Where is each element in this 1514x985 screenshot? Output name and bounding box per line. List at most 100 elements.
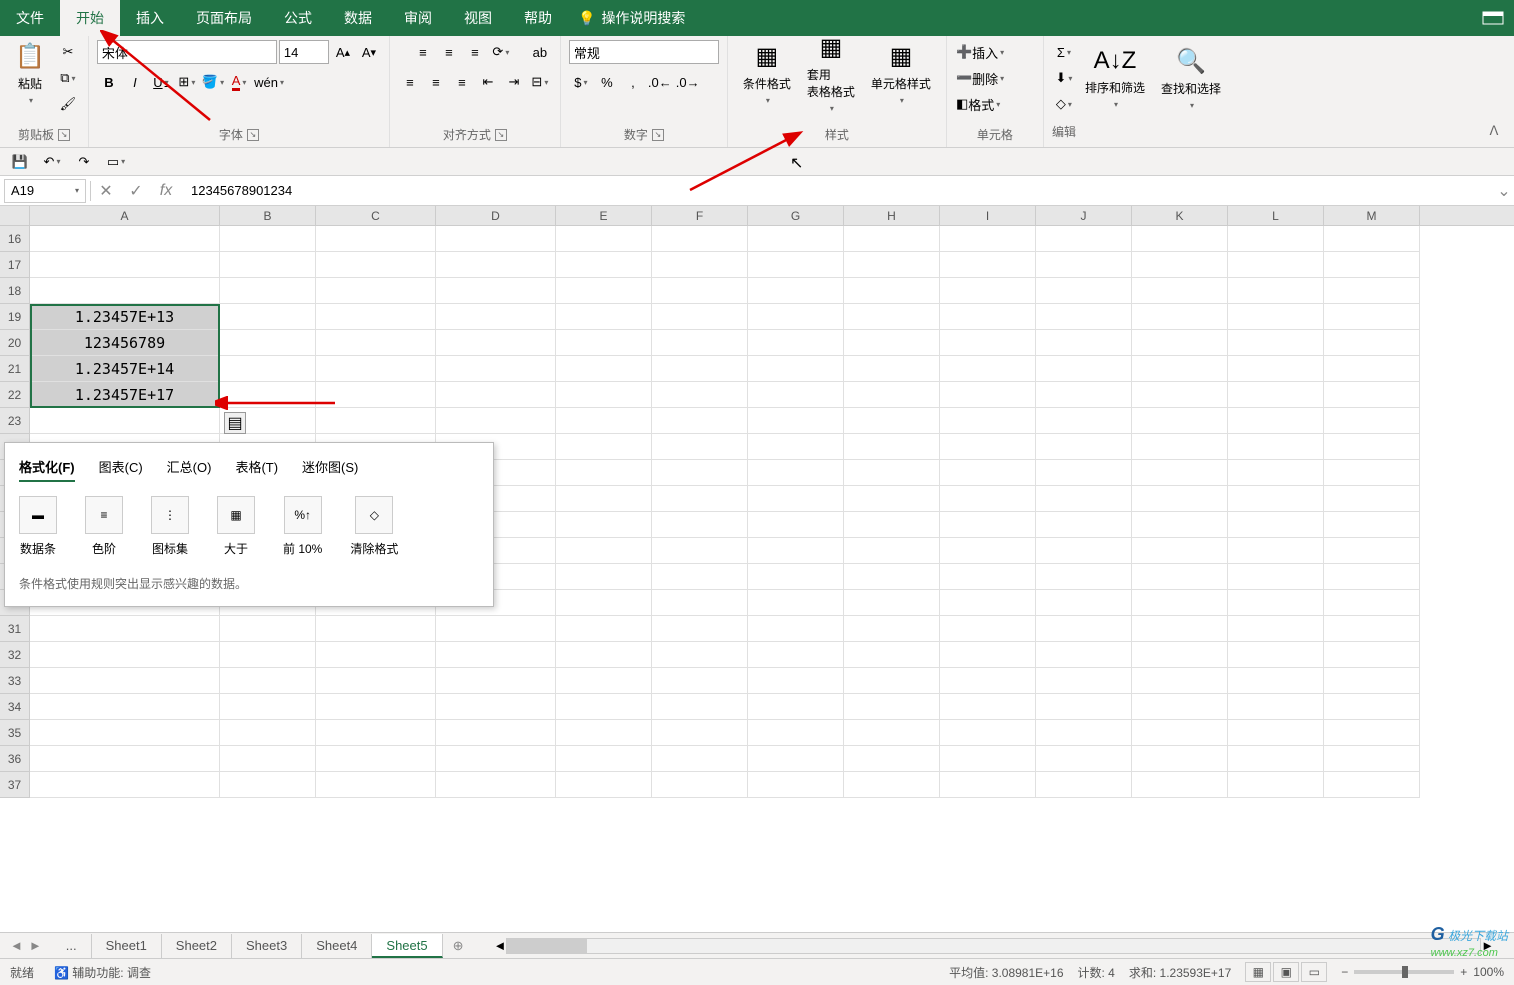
cell[interactable] <box>748 226 844 252</box>
accounting-button[interactable]: $▾ <box>569 70 593 94</box>
col-header[interactable]: E <box>556 206 652 225</box>
cell[interactable] <box>1228 330 1324 356</box>
cell[interactable] <box>316 226 436 252</box>
cell[interactable] <box>1036 746 1132 772</box>
cell[interactable] <box>652 564 748 590</box>
cell[interactable] <box>436 278 556 304</box>
cell[interactable] <box>1036 304 1132 330</box>
cell[interactable] <box>1228 720 1324 746</box>
cell[interactable] <box>652 720 748 746</box>
cell[interactable] <box>940 304 1036 330</box>
cell[interactable] <box>556 330 652 356</box>
cell[interactable] <box>556 668 652 694</box>
cell[interactable] <box>30 226 220 252</box>
cell[interactable] <box>1324 538 1420 564</box>
cell[interactable] <box>652 304 748 330</box>
autosum-button[interactable]: Σ▾ <box>1052 40 1076 64</box>
cell[interactable] <box>556 564 652 590</box>
find-select-button[interactable]: 🔍查找和选择▾ <box>1154 45 1228 111</box>
cell[interactable] <box>940 408 1036 434</box>
col-header[interactable]: I <box>940 206 1036 225</box>
cell[interactable] <box>940 486 1036 512</box>
cell[interactable] <box>1324 720 1420 746</box>
col-header[interactable]: K <box>1132 206 1228 225</box>
cell[interactable]: 1.23457E+13 <box>30 304 220 330</box>
popup-tab-format[interactable]: 格式化(F) <box>19 457 75 482</box>
cell[interactable] <box>436 252 556 278</box>
cell[interactable] <box>1228 772 1324 798</box>
cell[interactable] <box>1228 694 1324 720</box>
zoom-in-button[interactable]: + <box>1460 965 1467 979</box>
cell[interactable] <box>30 642 220 668</box>
cell[interactable] <box>1324 304 1420 330</box>
cell[interactable] <box>1132 304 1228 330</box>
cell[interactable] <box>30 772 220 798</box>
number-format-select[interactable] <box>569 40 719 64</box>
cell[interactable] <box>1228 642 1324 668</box>
cell[interactable] <box>1132 330 1228 356</box>
cell[interactable] <box>844 694 940 720</box>
insert-cells-button[interactable]: ➕插入▾ <box>955 40 1035 64</box>
name-box[interactable]: A19▾ <box>4 179 86 203</box>
cell[interactable] <box>940 512 1036 538</box>
cell[interactable] <box>556 252 652 278</box>
cell[interactable] <box>940 642 1036 668</box>
cell[interactable] <box>748 746 844 772</box>
cell[interactable] <box>1324 616 1420 642</box>
cell[interactable] <box>556 616 652 642</box>
row-header[interactable]: 20 <box>0 330 30 356</box>
cell[interactable] <box>748 382 844 408</box>
font-name-select[interactable] <box>97 40 277 64</box>
cell[interactable] <box>1036 590 1132 616</box>
cell[interactable] <box>556 746 652 772</box>
border-button[interactable]: ⊞▾ <box>175 70 199 94</box>
opt-top-10[interactable]: %↑前 10% <box>283 496 322 557</box>
align-dialog-launcher[interactable]: ↘ <box>495 129 507 141</box>
wrap-text-button[interactable]: ab <box>528 40 552 64</box>
phonetic-button[interactable]: wén▾ <box>253 70 285 94</box>
merge-button[interactable]: ⊟▾ <box>528 70 552 94</box>
cell[interactable] <box>844 278 940 304</box>
cell[interactable] <box>1036 616 1132 642</box>
cell[interactable] <box>844 486 940 512</box>
zoom-control[interactable]: − + 100% <box>1341 965 1504 979</box>
cell[interactable] <box>844 668 940 694</box>
cell[interactable] <box>652 590 748 616</box>
col-header[interactable]: B <box>220 206 316 225</box>
cell[interactable] <box>1132 252 1228 278</box>
cell[interactable] <box>652 434 748 460</box>
col-header[interactable]: L <box>1228 206 1324 225</box>
cell[interactable] <box>30 252 220 278</box>
cell[interactable] <box>1324 512 1420 538</box>
align-middle-button[interactable]: ≡ <box>437 40 461 64</box>
format-painter-button[interactable]: 🖌 <box>56 92 80 116</box>
cell[interactable] <box>940 278 1036 304</box>
cell[interactable] <box>1132 356 1228 382</box>
cell[interactable] <box>1324 408 1420 434</box>
cell[interactable] <box>1324 278 1420 304</box>
cell[interactable] <box>652 746 748 772</box>
cell[interactable] <box>1036 512 1132 538</box>
view-pagebreak-button[interactable]: ▭ <box>1301 962 1327 982</box>
cell[interactable]: 1.23457E+17 <box>30 382 220 408</box>
cell[interactable] <box>844 356 940 382</box>
cell[interactable] <box>940 356 1036 382</box>
col-header[interactable]: M <box>1324 206 1420 225</box>
cell[interactable] <box>1228 434 1324 460</box>
align-top-button[interactable]: ≡ <box>411 40 435 64</box>
cell[interactable] <box>844 382 940 408</box>
cell[interactable] <box>652 694 748 720</box>
cell[interactable] <box>748 434 844 460</box>
cell[interactable] <box>1324 772 1420 798</box>
cell[interactable] <box>436 746 556 772</box>
cell[interactable] <box>556 642 652 668</box>
row-header[interactable]: 17 <box>0 252 30 278</box>
cell[interactable] <box>1228 252 1324 278</box>
cell[interactable] <box>844 772 940 798</box>
cell[interactable] <box>436 330 556 356</box>
cell[interactable] <box>844 616 940 642</box>
cell[interactable] <box>556 772 652 798</box>
comma-button[interactable]: , <box>621 70 645 94</box>
cell[interactable] <box>1036 252 1132 278</box>
cell[interactable] <box>1132 486 1228 512</box>
